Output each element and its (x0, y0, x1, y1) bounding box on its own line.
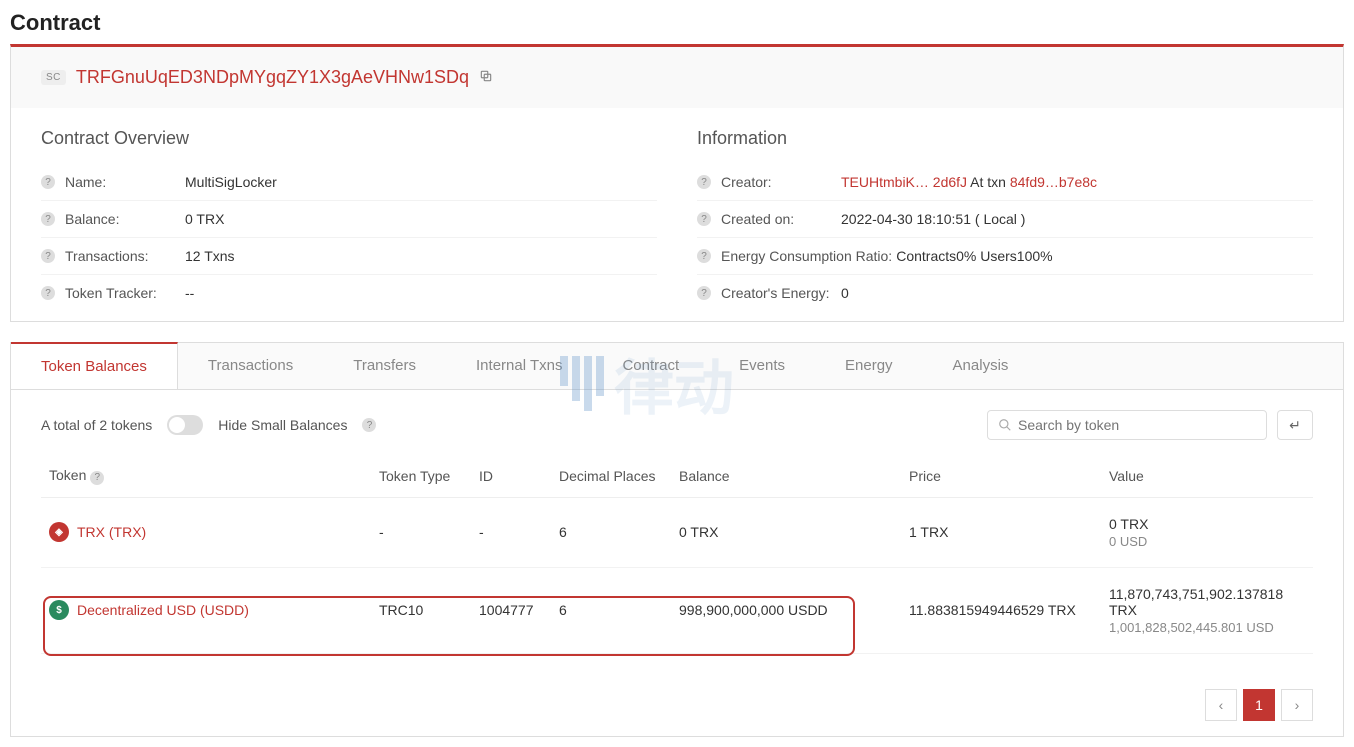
token-table: Token ? Token Type ID Decimal Places Bal… (41, 455, 1313, 654)
help-icon[interactable]: ? (41, 249, 55, 263)
name-value: MultiSigLocker (185, 174, 657, 190)
tab-transfers[interactable]: Transfers (323, 343, 446, 389)
cell-price: 11.883815949446529 TRX (901, 567, 1101, 653)
tracker-label: Token Tracker: (65, 285, 185, 301)
page-current[interactable]: 1 (1243, 689, 1275, 721)
cell-decimals: 6 (551, 497, 671, 567)
txns-value: 12 Txns (185, 248, 657, 264)
tab-events[interactable]: Events (709, 343, 815, 389)
name-label: Name: (65, 174, 185, 190)
help-icon[interactable]: ? (697, 286, 711, 300)
token-link[interactable]: Decentralized USD (USDD) (77, 602, 249, 618)
information-heading: Information (697, 128, 1313, 149)
hide-small-toggle[interactable] (167, 415, 203, 435)
creator-label: Creator: (721, 174, 841, 190)
txn-prefix: At txn (970, 174, 1010, 190)
help-icon[interactable]: ? (697, 249, 711, 263)
created-label: Created on: (721, 211, 841, 227)
txns-label: Transactions: (65, 248, 185, 264)
tab-transactions[interactable]: Transactions (178, 343, 323, 389)
creator-energy-value: 0 (841, 285, 1313, 301)
help-icon[interactable]: ? (90, 471, 104, 485)
th-price: Price (901, 455, 1101, 497)
tabs-header: Token Balances Transactions Transfers In… (11, 343, 1343, 390)
search-box[interactable] (987, 410, 1267, 440)
usdd-icon: $ (49, 600, 69, 620)
pagination: ‹ 1 › (11, 674, 1343, 736)
balance-value: 0 TRX (185, 211, 657, 227)
tab-energy[interactable]: Energy (815, 343, 923, 389)
cell-id: - (471, 497, 551, 567)
help-icon[interactable]: ? (697, 212, 711, 226)
search-input[interactable] (1018, 417, 1256, 433)
total-text: A total of 2 tokens (41, 417, 152, 433)
page-next[interactable]: › (1281, 689, 1313, 721)
th-token: Token ? (41, 455, 371, 497)
tab-contract[interactable]: Contract (592, 343, 709, 389)
address-bar: SC TRFGnuUqED3NDpMYgqZY1X3gAeVHNw1SDq (11, 47, 1343, 108)
balance-label: Balance: (65, 211, 185, 227)
copy-icon[interactable] (479, 69, 493, 86)
cell-price: 1 TRX (901, 497, 1101, 567)
energy-value: Contracts0% Users100% (896, 248, 1313, 264)
help-icon[interactable]: ? (697, 175, 711, 189)
tab-content: A total of 2 tokens Hide Small Balances … (11, 390, 1343, 674)
help-icon[interactable]: ? (41, 286, 55, 300)
creator-link[interactable]: TEUHtmbiK… 2d6fJ (841, 174, 967, 190)
information-section: Information ? Creator: TEUHtmbiK… 2d6fJ … (697, 128, 1313, 311)
table-row: $ Decentralized USD (USDD) TRC10 1004777… (41, 567, 1313, 653)
txn-link[interactable]: 84fd9…b7e8c (1010, 174, 1097, 190)
help-icon[interactable]: ? (41, 175, 55, 189)
page-prev[interactable]: ‹ (1205, 689, 1237, 721)
creator-energy-label: Creator's Energy: (721, 285, 841, 301)
tab-analysis[interactable]: Analysis (923, 343, 1039, 389)
reset-button[interactable]: ↵ (1277, 410, 1313, 440)
creator-value: TEUHtmbiK… 2d6fJ At txn 84fd9…b7e8c (841, 174, 1313, 190)
help-icon[interactable]: ? (362, 418, 376, 432)
th-decimals: Decimal Places (551, 455, 671, 497)
trx-icon: ◈ (49, 522, 69, 542)
th-value: Value (1101, 455, 1313, 497)
table-row: ◈ TRX (TRX) - - 6 0 TRX 1 TRX 0 TRX (41, 497, 1313, 567)
cell-balance: 0 TRX (671, 497, 901, 567)
cell-type: - (371, 497, 471, 567)
cell-id: 1004777 (471, 567, 551, 653)
cell-value: 0 TRX 0 USD (1101, 497, 1313, 567)
cell-decimals: 6 (551, 567, 671, 653)
tabs-container: Token Balances Transactions Transfers In… (10, 342, 1344, 737)
th-balance: Balance (671, 455, 901, 497)
cell-type: TRC10 (371, 567, 471, 653)
help-icon[interactable]: ? (41, 212, 55, 226)
tab-token-balances[interactable]: Token Balances (11, 342, 178, 389)
overview-heading: Contract Overview (41, 128, 657, 149)
tab-internal-txns[interactable]: Internal Txns (446, 343, 592, 389)
created-value: 2022-04-30 18:10:51 ( Local ) (841, 211, 1313, 227)
page-title: Contract (10, 10, 1344, 36)
main-card: SC TRFGnuUqED3NDpMYgqZY1X3gAeVHNw1SDq Co… (10, 44, 1344, 322)
th-type: Token Type (371, 455, 471, 497)
contract-address[interactable]: TRFGnuUqED3NDpMYgqZY1X3gAeVHNw1SDq (76, 67, 469, 88)
th-id: ID (471, 455, 551, 497)
cell-value: 11,870,743,751,902.137818 TRX 1,001,828,… (1101, 567, 1313, 653)
sc-badge: SC (41, 70, 66, 85)
hide-label: Hide Small Balances (218, 417, 347, 433)
tracker-value: -- (185, 285, 657, 301)
token-link[interactable]: TRX (TRX) (77, 524, 146, 540)
search-icon (998, 418, 1012, 432)
energy-label: Energy Consumption Ratio: (721, 248, 892, 264)
cell-balance: 998,900,000,000 USDD (671, 567, 901, 653)
contract-overview: Contract Overview ? Name: MultiSigLocker… (41, 128, 657, 311)
